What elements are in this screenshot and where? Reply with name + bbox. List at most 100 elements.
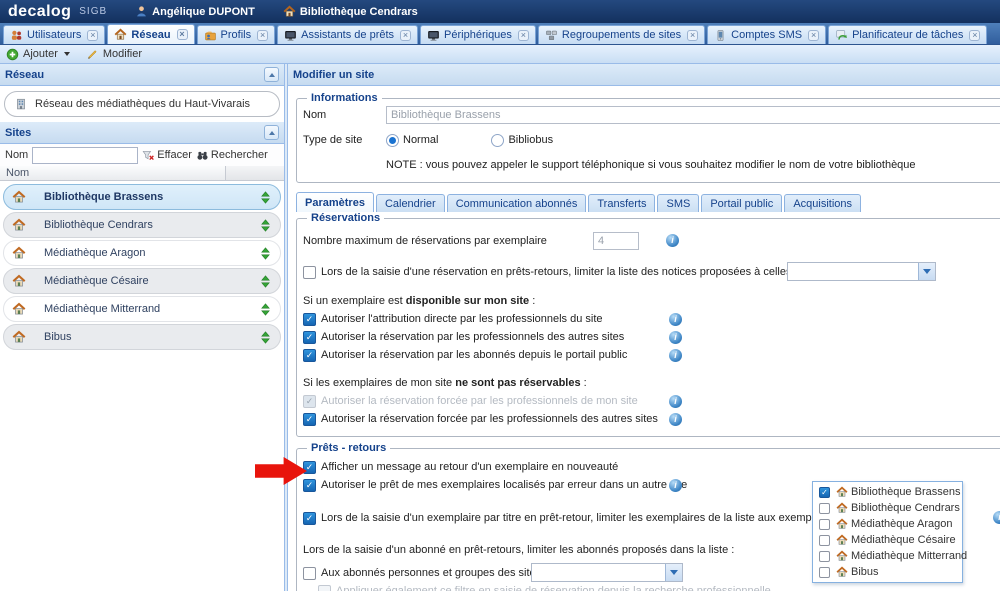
close-icon[interactable]: × xyxy=(518,30,529,41)
search-button[interactable]: Rechercher xyxy=(196,149,268,162)
site-name-input[interactable] xyxy=(386,106,1000,124)
info-icon[interactable] xyxy=(669,413,682,426)
chevron-down-icon[interactable] xyxy=(665,564,682,581)
subscriber-sites-combo[interactable] xyxy=(531,563,683,582)
tab-peripheriques[interactable]: Périphériques× xyxy=(420,25,536,44)
tab-label: Utilisateurs xyxy=(27,29,81,41)
column-header-name[interactable]: Nom xyxy=(0,166,225,180)
current-site[interactable]: Bibliothèque Cendrars xyxy=(283,5,418,18)
close-icon[interactable]: × xyxy=(687,30,698,41)
tab-assistants-de-prets[interactable]: Assistants de prêts × xyxy=(277,25,418,44)
reorder-updown-icon[interactable] xyxy=(259,331,272,344)
site-dropdown-item-mediatheque-cesaire[interactable]: Médiathèque Césaire xyxy=(813,532,962,548)
site-dropdown-item-mediatheque-mitterrand[interactable]: Médiathèque Mitterrand xyxy=(813,548,962,564)
reorder-updown-icon[interactable] xyxy=(259,275,272,288)
checkbox[interactable] xyxy=(819,535,830,546)
tab-acquisitions[interactable]: Acquisitions xyxy=(784,194,861,212)
info-icon[interactable] xyxy=(669,313,682,326)
max-reservations-input[interactable] xyxy=(593,232,639,250)
checkbox[interactable] xyxy=(303,512,316,525)
modify-button-label: Modifier xyxy=(103,48,142,60)
site-row-mediatheque-cesaire[interactable]: Médiathèque Césaire xyxy=(3,268,281,294)
tab-parametres[interactable]: Paramètres xyxy=(296,192,374,212)
close-icon[interactable]: × xyxy=(87,30,98,41)
close-icon[interactable]: × xyxy=(177,29,188,40)
notices-site-combo[interactable] xyxy=(787,262,936,281)
add-button[interactable]: Ajouter xyxy=(6,48,70,61)
info-icon[interactable] xyxy=(666,234,679,247)
checkbox[interactable] xyxy=(819,519,830,530)
apply-filter-row: Appliquer également ce filtre en saisie … xyxy=(318,583,1000,591)
collapse-button[interactable] xyxy=(264,125,279,140)
close-icon[interactable]: × xyxy=(808,30,819,41)
info-icon[interactable] xyxy=(669,395,682,408)
checkbox[interactable] xyxy=(303,313,316,326)
site-dropdown-item-bibliotheque-brassens[interactable]: Bibliothèque Brassens xyxy=(813,484,962,500)
radio-bibliobus[interactable] xyxy=(491,134,504,147)
checkbox[interactable] xyxy=(303,567,316,580)
reservations-legend: Réservations xyxy=(307,212,384,224)
tab-sms[interactable]: SMS xyxy=(657,194,699,212)
collapse-button[interactable] xyxy=(264,67,279,82)
checkbox[interactable] xyxy=(819,487,830,498)
checkbox[interactable] xyxy=(303,266,316,279)
checkbox[interactable] xyxy=(819,503,830,514)
checkbox[interactable] xyxy=(303,479,316,492)
site-row-bibliotheque-cendrars[interactable]: Bibliothèque Cendrars xyxy=(3,212,281,238)
site-dropdown-item-mediatheque-aragon[interactable]: Médiathèque Aragon xyxy=(813,516,962,532)
tab-label: Calendrier xyxy=(385,198,436,210)
checkbox[interactable] xyxy=(819,551,830,562)
checkbox-label: Autoriser la réservation forcée par les … xyxy=(321,413,658,425)
site-search-input[interactable] xyxy=(32,147,138,164)
current-user[interactable]: Angélique DUPONT xyxy=(135,5,255,18)
tab-label: Planificateur de tâches xyxy=(852,29,963,41)
tab-profils[interactable]: Profils× xyxy=(197,25,276,44)
site-row-bibliotheque-brassens[interactable]: Bibliothèque Brassens xyxy=(3,184,281,210)
tab-comptes-sms[interactable]: Comptes SMS× xyxy=(707,25,826,44)
checkbox[interactable] xyxy=(303,413,316,426)
tab-communication-abonnes[interactable]: Communication abonnés xyxy=(447,194,587,212)
close-icon[interactable]: × xyxy=(400,30,411,41)
checkbox[interactable] xyxy=(819,567,830,578)
tab-label: Assistants de prêts xyxy=(301,29,394,41)
info-icon[interactable] xyxy=(669,331,682,344)
radio-normal[interactable] xyxy=(386,134,399,147)
tab-regroupements-de-sites[interactable]: Regroupements de sites× xyxy=(538,25,705,44)
tab-portail-public[interactable]: Portail public xyxy=(701,194,782,212)
close-icon[interactable]: × xyxy=(257,30,268,41)
tab-planificateur-de-taches[interactable]: Planificateur de tâches × xyxy=(828,25,987,44)
chevron-down-icon xyxy=(64,52,70,56)
loans-legend: Prêts - retours xyxy=(307,442,390,454)
column-header-spacer xyxy=(225,166,284,180)
reorder-updown-icon[interactable] xyxy=(259,219,272,232)
close-icon[interactable]: × xyxy=(969,30,980,41)
reorder-updown-icon[interactable] xyxy=(259,247,272,260)
tab-calendrier[interactable]: Calendrier xyxy=(376,194,445,212)
checkbox-label: Autoriser l'attribution directe par les … xyxy=(321,313,603,325)
reorder-updown-icon[interactable] xyxy=(259,191,272,204)
home-icon xyxy=(283,5,296,18)
search-label: Nom xyxy=(5,149,28,161)
site-dropdown-item-bibus[interactable]: Bibus xyxy=(813,564,962,580)
chevron-down-icon[interactable] xyxy=(918,263,935,280)
modify-button[interactable]: Modifier xyxy=(86,48,142,61)
clear-button[interactable]: Effacer xyxy=(142,149,192,162)
site-row-bibus[interactable]: Bibus xyxy=(3,324,281,350)
checkbox[interactable] xyxy=(303,349,316,362)
info-icon[interactable] xyxy=(669,349,682,362)
home-site-icon xyxy=(836,534,848,546)
info-icon[interactable] xyxy=(993,511,1000,524)
info-icon[interactable] xyxy=(669,479,682,492)
checkbox[interactable] xyxy=(303,331,316,344)
app-logo: decalog xyxy=(8,3,71,21)
reorder-updown-icon[interactable] xyxy=(259,303,272,316)
tab-transferts[interactable]: Transferts xyxy=(588,194,655,212)
network-item[interactable]: Réseau des médiathèques du Haut-Vivarais xyxy=(4,91,280,117)
sites-column-header: Nom xyxy=(0,166,284,181)
tab-utilisateurs[interactable]: Utilisateurs × xyxy=(3,25,105,44)
site-dropdown-item-bibliotheque-cendrars[interactable]: Bibliothèque Cendrars xyxy=(813,500,962,516)
site-row-mediatheque-mitterrand[interactable]: Médiathèque Mitterrand xyxy=(3,296,281,322)
site-row-mediatheque-aragon[interactable]: Médiathèque Aragon xyxy=(3,240,281,266)
clear-button-label: Effacer xyxy=(157,149,192,161)
tab-reseau[interactable]: Réseau× xyxy=(107,24,194,44)
